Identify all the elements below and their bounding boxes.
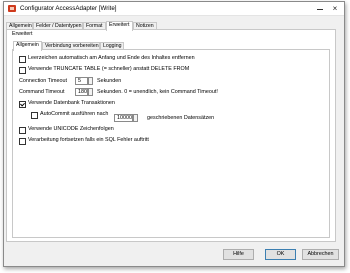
continue-on-error-checkbox[interactable] xyxy=(19,138,26,145)
minimize-icon[interactable] xyxy=(313,3,327,14)
continue-on-error-label: Verarbeitung fortsetzen falls ein SQL Fe… xyxy=(28,137,149,143)
help-button[interactable]: Hilfe xyxy=(223,249,254,260)
autocommit-input[interactable]: 10000 xyxy=(114,114,133,122)
connection-timeout-unit: Sekunden xyxy=(97,78,122,84)
autocommit-unit: geschriebenen Datensätzen xyxy=(147,115,215,121)
trim-whitespace-checkbox[interactable] xyxy=(19,56,26,63)
window-title: Configurator AccessAdapter [Write] xyxy=(20,5,117,12)
subtab-allgemein[interactable]: Allgemein xyxy=(13,41,42,51)
title-bar: Configurator AccessAdapter [Write] × xyxy=(4,2,344,16)
autocommit-checkbox[interactable] xyxy=(31,112,38,119)
truncate-table-label: Verwende TRUNCATE TABLE (= schneller) an… xyxy=(28,66,190,72)
group-label: Erweitert xyxy=(12,31,33,37)
command-timeout-input[interactable]: 180 xyxy=(75,88,88,96)
transactions-label: Verwende Datenbank Transaktionen xyxy=(28,100,115,106)
connection-timeout-input[interactable]: 5 xyxy=(75,77,88,85)
cancel-button[interactable]: Abbrechen xyxy=(302,249,339,260)
command-timeout-unit: Sekunden. 0 = unendlich, kein Command Ti… xyxy=(97,89,218,95)
transactions-checkbox[interactable] xyxy=(19,101,26,108)
autocommit-spinner[interactable] xyxy=(133,114,138,122)
command-timeout-spinner[interactable] xyxy=(88,88,93,96)
autocommit-label: AutoCommit ausführen nach xyxy=(40,111,109,117)
command-timeout-label: Command Timeout xyxy=(19,89,65,95)
trim-whitespace-label: Leerzeichen automatisch am Anfang und En… xyxy=(28,55,195,61)
tab-erweitert[interactable]: Erweitert xyxy=(106,21,133,31)
unicode-checkbox[interactable] xyxy=(19,127,26,134)
truncate-table-checkbox[interactable] xyxy=(19,67,26,74)
connection-timeout-label: Connection Timeout xyxy=(19,78,67,84)
connection-timeout-spinner[interactable] xyxy=(88,77,93,85)
close-icon[interactable]: × xyxy=(328,3,342,14)
ok-button[interactable]: OK xyxy=(265,249,296,260)
app-icon xyxy=(8,5,16,12)
unicode-label: Verwende UNICODE Zeichenfolgen xyxy=(28,126,114,132)
